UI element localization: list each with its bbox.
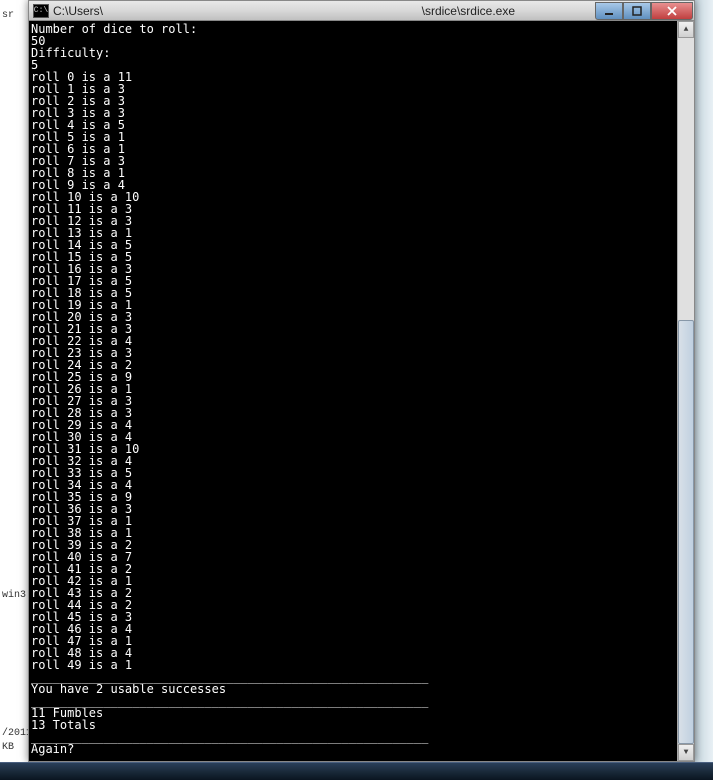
maximize-icon (632, 6, 642, 16)
minimize-icon (604, 6, 614, 16)
scroll-track[interactable] (678, 38, 694, 744)
console-window: C:\ C:\Users\ \srdice\srdice.exe Number … (28, 0, 695, 762)
scroll-down-arrow-icon[interactable]: ▼ (678, 744, 694, 761)
console-output[interactable]: Number of dice to roll: 50 Difficulty: 5… (29, 21, 677, 761)
minimize-button[interactable] (595, 2, 623, 20)
title-path-suffix: \srdice\srdice.exe (422, 4, 515, 18)
close-button[interactable] (651, 2, 693, 20)
background-explorer-panel: sr win3 /2011 KB (0, 0, 30, 780)
title-path-prefix: C:\Users\ (53, 4, 103, 18)
background-right-edge (695, 0, 713, 780)
titlebar[interactable]: C:\ C:\Users\ \srdice\srdice.exe (29, 1, 694, 21)
close-icon (666, 6, 678, 16)
console-body: Number of dice to roll: 50 Difficulty: 5… (29, 21, 694, 761)
vertical-scrollbar[interactable]: ▲ ▼ (677, 21, 694, 761)
scroll-up-arrow-icon[interactable]: ▲ (678, 21, 694, 38)
cmd-icon: C:\ (33, 4, 49, 18)
bg-label-mid: win3 (2, 590, 26, 601)
bg-label-size: KB (2, 742, 14, 753)
bg-label-top: sr (2, 10, 14, 21)
maximize-button[interactable] (623, 2, 651, 20)
window-controls (595, 2, 693, 20)
taskbar[interactable] (0, 762, 713, 780)
scroll-thumb[interactable] (678, 320, 694, 744)
